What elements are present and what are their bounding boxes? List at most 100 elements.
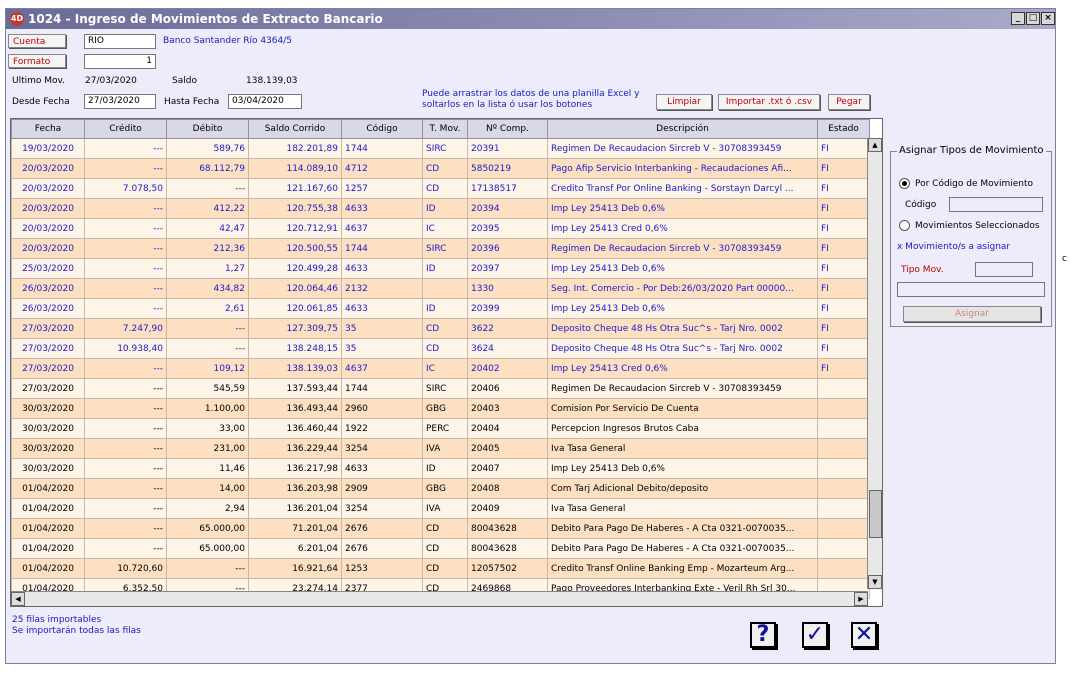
table-row[interactable]: 26/03/2020 --- 2,61 120.061,85 4633 ID 20399 Im… bbox=[11, 298, 870, 319]
limpiar-button[interactable]: Limpiar bbox=[656, 94, 712, 110]
table-cell: Percepcion Ingresos Brutos Caba bbox=[547, 418, 818, 439]
table-cell: FI bbox=[817, 178, 870, 199]
table-row[interactable]: 30/03/2020 --- 231,00 136.229,44 3254 IVA 2040… bbox=[11, 438, 870, 459]
table-row[interactable]: 27/03/2020 7.247,90 --- 127.309,75 35 CD 3622 D… bbox=[11, 318, 870, 339]
column-header[interactable]: Crédito bbox=[84, 119, 167, 139]
table-cell: FI bbox=[817, 278, 870, 299]
scroll-down-icon[interactable]: ▼ bbox=[868, 575, 882, 589]
table-cell: 1744 bbox=[341, 378, 423, 399]
horizontal-scrollbar[interactable]: ◀ ▶ bbox=[11, 591, 868, 606]
table-cell: --- bbox=[84, 378, 167, 399]
table-row[interactable]: 20/03/2020 7.078,50 --- 121.167,60 1257 CD 171… bbox=[11, 178, 870, 199]
table-cell: CD bbox=[422, 518, 468, 539]
table-cell: 01/04/2020 bbox=[11, 538, 85, 559]
table-cell: --- bbox=[84, 418, 167, 439]
table-cell: 20/03/2020 bbox=[11, 198, 85, 219]
importar-button[interactable]: Importar .txt ó .csv bbox=[718, 94, 820, 110]
table-cell: 1.100,00 bbox=[166, 398, 249, 419]
desde-fecha-field[interactable]: 27/03/2020 bbox=[84, 94, 156, 109]
table-row[interactable]: 01/04/2020 --- 14,00 136.203,98 2909 GBG 20408… bbox=[11, 478, 870, 499]
table-cell: 20391 bbox=[467, 138, 548, 159]
table-cell: 42,47 bbox=[166, 218, 249, 239]
table-row[interactable]: 20/03/2020 --- 212,36 120.500,55 1744 SIRC 203… bbox=[11, 238, 870, 259]
column-header[interactable]: Estado bbox=[817, 119, 870, 139]
table-row[interactable]: 01/04/2020 10.720,60 --- 16.921,64 1253 CD 120… bbox=[11, 558, 870, 579]
table-cell: 35 bbox=[341, 318, 423, 339]
table-cell: Iva Tasa General bbox=[547, 498, 818, 519]
asignar-button[interactable]: Asignar bbox=[903, 306, 1041, 322]
hasta-fecha-label: Hasta Fecha bbox=[164, 97, 220, 107]
pegar-button[interactable]: Pegar bbox=[828, 94, 870, 110]
movements-table[interactable]: Fecha Crédito Débito Saldo Corrido Código T. … bbox=[10, 118, 883, 607]
table-row[interactable]: 01/04/2020 --- 65.000,00 6.201,04 2676 CD 8004… bbox=[11, 538, 870, 559]
table-cell: 120.755,38 bbox=[248, 198, 342, 219]
column-header[interactable]: T. Mov. bbox=[422, 119, 468, 139]
help-button[interactable]: ? bbox=[750, 622, 776, 648]
scroll-right-icon[interactable]: ▶ bbox=[854, 592, 868, 606]
table-cell: ID bbox=[422, 458, 468, 479]
table-cell: Iva Tasa General bbox=[547, 438, 818, 459]
table-row[interactable]: 30/03/2020 --- 11,46 136.217,98 4633 ID 20407 I… bbox=[11, 458, 870, 479]
vertical-scrollbar[interactable]: ▲ ▼ bbox=[867, 138, 882, 589]
table-cell: Debito Para Pago De Haberes - A Cta 0321… bbox=[547, 518, 818, 539]
title-bar[interactable]: 4D 1024 - Ingreso de Movimientos de Extr… bbox=[6, 9, 1055, 29]
table-row[interactable]: 20/03/2020 --- 42,47 120.712,91 4637 IC 20395 I… bbox=[11, 218, 870, 239]
scroll-thumb[interactable] bbox=[869, 490, 882, 538]
table-cell: CD bbox=[422, 338, 468, 359]
table-row[interactable]: 20/03/2020 --- 412,22 120.755,38 4633 ID 20394… bbox=[11, 198, 870, 219]
close-button[interactable]: × bbox=[1041, 12, 1055, 25]
codigo-field[interactable] bbox=[949, 197, 1043, 212]
table-cell: 136.217,98 bbox=[248, 458, 342, 479]
radio-seleccionados[interactable] bbox=[899, 220, 910, 231]
table-cell: 20406 bbox=[467, 378, 548, 399]
cuenta-field[interactable]: RIO bbox=[84, 34, 156, 49]
table-cell: 7.247,90 bbox=[84, 318, 167, 339]
table-cell: SIRC bbox=[422, 378, 468, 399]
table-row[interactable]: 30/03/2020 --- 33,00 136.460,44 1922 PERC 2040… bbox=[11, 418, 870, 439]
formato-button[interactable]: Formato bbox=[8, 54, 66, 68]
table-cell: 7.078,50 bbox=[84, 178, 167, 199]
table-row[interactable]: 30/03/2020 --- 1.100,00 136.493,44 2960 GBG 20… bbox=[11, 398, 870, 419]
table-row[interactable]: 26/03/2020 --- 434,82 120.064,46 2132 1330 Seg… bbox=[11, 278, 870, 299]
cuenta-button[interactable]: Cuenta bbox=[8, 34, 66, 48]
table-cell: Imp Ley 25413 Deb 0,6% bbox=[547, 258, 818, 279]
table-row[interactable]: 01/04/2020 --- 2,94 136.201,04 3254 IVA 20409 I… bbox=[11, 498, 870, 519]
column-header[interactable]: Nº Comp. bbox=[467, 119, 548, 139]
table-cell: ID bbox=[422, 198, 468, 219]
table-cell: --- bbox=[84, 218, 167, 239]
table-cell: 136.203,98 bbox=[248, 478, 342, 499]
table-cell: Imp Ley 25413 Cred 0,6% bbox=[547, 218, 818, 239]
table-cell: Credito Transf Por Online Banking - Sors… bbox=[547, 178, 818, 199]
table-cell: 4633 bbox=[341, 458, 423, 479]
minimize-button[interactable]: _ bbox=[1011, 12, 1025, 25]
cancel-button[interactable]: ✕ bbox=[851, 622, 877, 648]
scroll-up-icon[interactable]: ▲ bbox=[868, 138, 882, 152]
maximize-button[interactable]: □ bbox=[1026, 12, 1040, 25]
column-header[interactable]: Fecha bbox=[11, 119, 85, 139]
column-header[interactable]: Saldo Corrido bbox=[248, 119, 342, 139]
saldo-value: 138.139,03 bbox=[246, 76, 298, 86]
table-cell: 1744 bbox=[341, 238, 423, 259]
radio-por-codigo[interactable] bbox=[899, 178, 910, 189]
table-row[interactable]: 20/03/2020 --- 68.112,79 114.089,10 4712 CD 58… bbox=[11, 158, 870, 179]
column-header[interactable]: Código bbox=[341, 119, 423, 139]
tipo-mov-field[interactable] bbox=[975, 262, 1033, 277]
table-row[interactable]: 19/03/2020 --- 589,76 182.201,89 1744 SIRC 203… bbox=[11, 138, 870, 159]
table-cell: --- bbox=[166, 338, 249, 359]
scroll-left-icon[interactable]: ◀ bbox=[11, 592, 25, 606]
table-cell: 4637 bbox=[341, 218, 423, 239]
table-row[interactable]: 27/03/2020 --- 109,12 138.139,03 4637 IC 20402… bbox=[11, 358, 870, 379]
ok-button[interactable]: ✓ bbox=[802, 622, 828, 648]
table-cell: --- bbox=[84, 258, 167, 279]
table-cell: CD bbox=[422, 538, 468, 559]
hasta-fecha-field[interactable]: 03/04/2020 bbox=[228, 94, 302, 109]
table-cell bbox=[817, 558, 870, 579]
table-row[interactable]: 27/03/2020 --- 545,59 137.593,44 1744 SIRC 204… bbox=[11, 378, 870, 399]
table-row[interactable]: 27/03/2020 10.938,40 --- 138.248,15 35 CD 3624… bbox=[11, 338, 870, 359]
table-row[interactable]: 25/03/2020 --- 1,27 120.499,28 4633 ID 20397 Im… bbox=[11, 258, 870, 279]
formato-field[interactable]: 1 bbox=[84, 54, 156, 69]
column-header[interactable]: Débito bbox=[166, 119, 249, 139]
column-header[interactable]: Descripción bbox=[547, 119, 818, 139]
table-cell: --- bbox=[84, 158, 167, 179]
table-row[interactable]: 01/04/2020 --- 65.000,00 71.201,04 2676 CD 800… bbox=[11, 518, 870, 539]
